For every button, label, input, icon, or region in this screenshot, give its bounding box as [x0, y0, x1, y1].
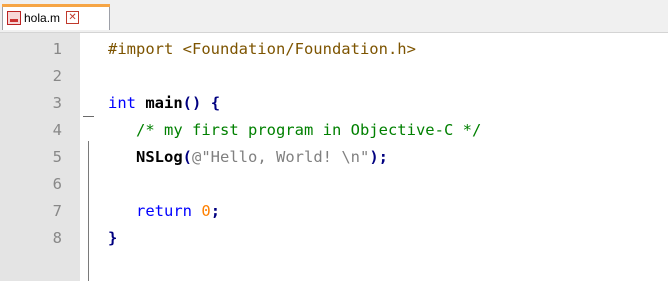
- code-token: ;: [210, 202, 221, 220]
- code-token: {: [210, 94, 221, 112]
- code-line[interactable]: 6: [0, 171, 668, 198]
- code-token: NSLog: [136, 148, 183, 166]
- line-code: return 0;: [108, 198, 220, 225]
- tab-bar: hola.m ✕: [0, 0, 668, 33]
- line-number: 1: [52, 40, 62, 58]
- code-line[interactable]: 1 #import <Foundation/Foundation.h>: [0, 36, 668, 63]
- tab-hola-m[interactable]: hola.m ✕: [2, 4, 110, 30]
- code-editor[interactable]: 1 #import <Foundation/Foundation.h> 2 3 int …: [0, 33, 668, 281]
- code-token: #import <Foundation/Foundation.h>: [108, 40, 416, 58]
- code-token: @"Hello, World! \n": [192, 148, 370, 166]
- line-number: 2: [52, 67, 62, 85]
- editor-window: hola.m ✕ 1 #import <Foundation/Foundation…: [0, 0, 668, 281]
- code-token: }: [108, 229, 118, 247]
- code-line[interactable]: 5 NSLog(@"Hello, World! \n");: [0, 144, 668, 171]
- code-token: (): [182, 94, 202, 112]
- line-number: 8: [52, 229, 62, 247]
- code-line[interactable]: 2: [0, 63, 668, 90]
- line-number: 6: [52, 175, 62, 193]
- code-line[interactable]: 3 int main() {: [0, 90, 668, 117]
- line-code: #import <Foundation/Foundation.h>: [108, 36, 416, 63]
- line-code: NSLog(@"Hello, World! \n");: [108, 144, 388, 171]
- tab-label: hola.m: [24, 10, 61, 25]
- line-number: 7: [52, 202, 62, 220]
- code-line[interactable]: 7 return 0;: [0, 198, 668, 225]
- code-token: );: [369, 148, 388, 166]
- close-icon[interactable]: ✕: [66, 11, 80, 24]
- line-code: }: [108, 225, 117, 252]
- line-number: 3: [52, 94, 62, 112]
- line-code: int main() {: [108, 90, 220, 117]
- code-token: 0: [201, 202, 211, 220]
- code-line[interactable]: 4 /* my first program in Objective-C */: [0, 117, 668, 144]
- file-modified-icon: [7, 10, 21, 25]
- code-line[interactable]: 8}: [0, 225, 668, 252]
- code-token: int: [108, 94, 136, 112]
- line-number: 4: [52, 121, 62, 139]
- code-token: (: [182, 148, 193, 166]
- line-number: 5: [52, 148, 62, 166]
- code-token: return: [136, 202, 192, 220]
- code-token: main: [136, 94, 183, 112]
- code-token: /* my first program in Objective-C */: [136, 121, 482, 139]
- line-code: /* my first program in Objective-C */: [108, 117, 481, 144]
- active-tab-accent: [2, 4, 110, 7]
